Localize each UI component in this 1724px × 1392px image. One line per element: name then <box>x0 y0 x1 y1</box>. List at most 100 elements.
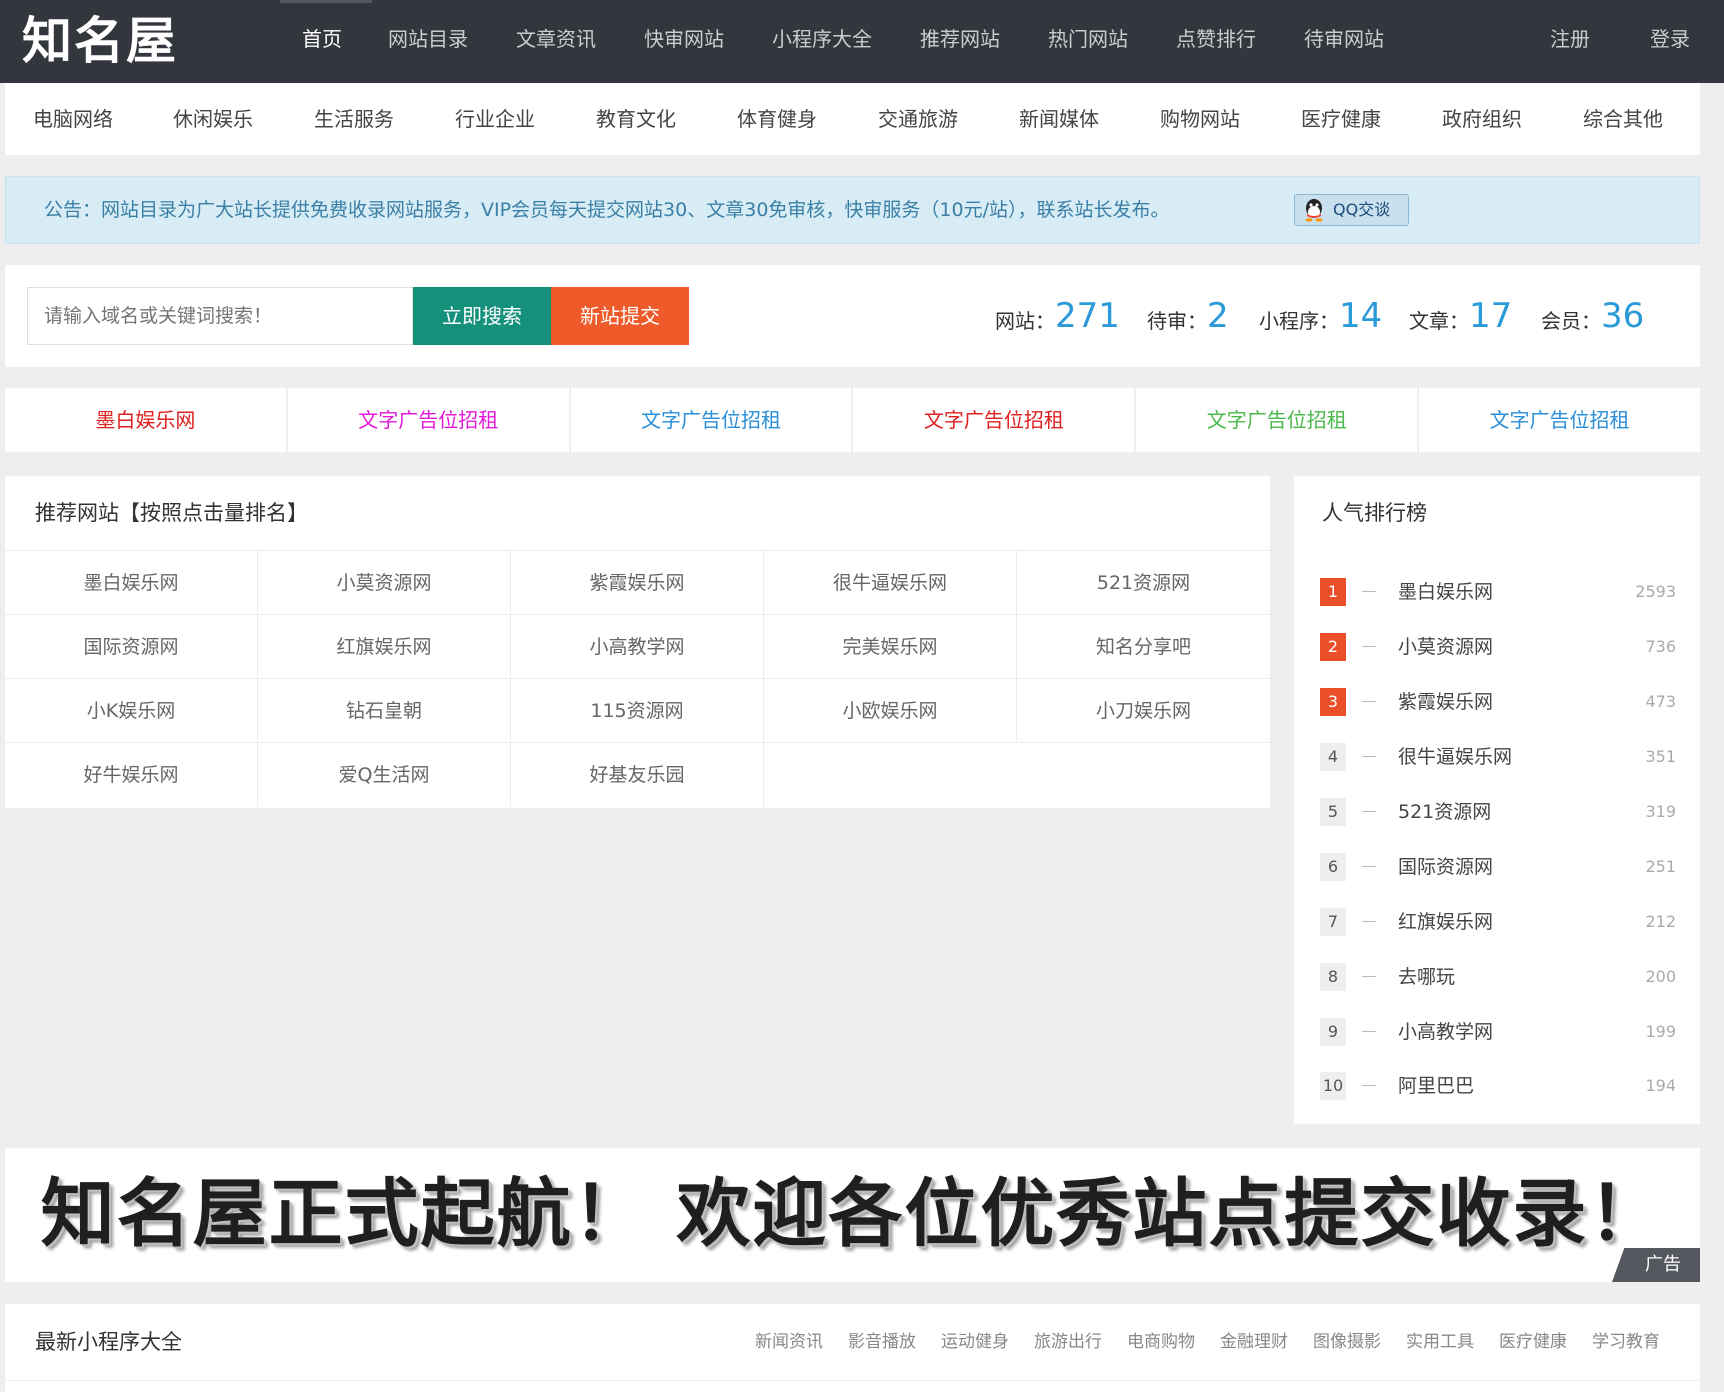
category-item[interactable]: 医疗健康 <box>1301 83 1381 155</box>
recommended-site[interactable]: 爱Q生活网 <box>258 743 511 807</box>
stat-label: 小程序： <box>1259 309 1339 333</box>
text-ad-link[interactable]: 文字广告位招租 <box>1419 388 1700 452</box>
banner-ad[interactable]: 知名屋正式起航！ 欢迎各位优秀站点提交收录！ 广告 <box>5 1148 1700 1282</box>
ranking-row[interactable]: 2 小莫资源网 736 <box>1320 633 1676 663</box>
category-item[interactable]: 综合其他 <box>1583 83 1663 155</box>
search-input[interactable] <box>27 287 413 345</box>
nav-home[interactable]: 首页 <box>302 0 342 83</box>
ranking-row[interactable]: 4 很牛逼娱乐网 351 <box>1320 743 1676 773</box>
recommended-site[interactable]: 小刀娱乐网 <box>1017 679 1270 743</box>
rank-count: 200 <box>1645 967 1676 986</box>
rank-site-name[interactable]: 小莫资源网 <box>1398 633 1493 661</box>
recommended-site[interactable]: 小K娱乐网 <box>5 679 258 743</box>
text-ad-link[interactable]: 文字广告位招租 <box>570 388 852 452</box>
nav-likes-ranking[interactable]: 点赞排行 <box>1176 0 1256 83</box>
category-item[interactable]: 交通旅游 <box>878 83 958 155</box>
qq-chat-label: QQ交谈 <box>1333 200 1391 219</box>
category-item[interactable]: 教育文化 <box>596 83 676 155</box>
qq-chat-button[interactable]: QQ交谈 <box>1294 194 1409 226</box>
recommended-site[interactable]: 钻石皇朝 <box>258 679 511 743</box>
category-item[interactable]: 购物网站 <box>1160 83 1240 155</box>
mini-tab[interactable]: 实用工具 <box>1406 1304 1474 1380</box>
mini-tab[interactable]: 电商购物 <box>1127 1304 1195 1380</box>
nav-pending[interactable]: 待审网站 <box>1304 0 1384 83</box>
rank-site-name[interactable]: 国际资源网 <box>1398 853 1493 881</box>
recommended-site[interactable]: 墨白娱乐网 <box>5 551 258 615</box>
login-link[interactable]: 登录 <box>1650 0 1690 83</box>
rank-site-name[interactable]: 521资源网 <box>1398 798 1491 826</box>
rank-separator <box>1362 591 1376 592</box>
stat-members: 会员：36 <box>1541 293 1644 339</box>
category-item[interactable]: 休闲娱乐 <box>173 83 253 155</box>
text-ad-link[interactable]: 文字广告位招租 <box>287 388 569 452</box>
mini-tab[interactable]: 学习教育 <box>1592 1304 1660 1380</box>
text-ad-link[interactable]: 文字广告位招租 <box>1136 388 1418 452</box>
nav-recommended[interactable]: 推荐网站 <box>920 0 1000 83</box>
stat-value: 271 <box>1055 296 1120 336</box>
recommended-site[interactable]: 115资源网 <box>511 679 764 743</box>
rank-count: 194 <box>1645 1076 1676 1095</box>
register-link[interactable]: 注册 <box>1550 0 1590 83</box>
stat-value: 36 <box>1601 296 1645 336</box>
ranking-row[interactable]: 6 国际资源网 251 <box>1320 853 1676 883</box>
category-item[interactable]: 行业企业 <box>455 83 535 155</box>
ranking-row[interactable]: 10 阿里巴巴 194 <box>1320 1072 1676 1102</box>
mini-tab[interactable]: 图像摄影 <box>1313 1304 1381 1380</box>
rank-site-name[interactable]: 墨白娱乐网 <box>1398 578 1493 606</box>
site-logo[interactable]: 知名屋 <box>22 8 178 74</box>
banner-text: 知名屋正式起航！ 欢迎各位优秀站点提交收录！ <box>40 1171 1665 1257</box>
nav-directory[interactable]: 网站目录 <box>388 0 468 83</box>
nav-popular[interactable]: 热门网站 <box>1048 0 1128 83</box>
search-button[interactable]: 立即搜索 <box>413 287 551 345</box>
ranking-row[interactable]: 3 紫霞娱乐网 473 <box>1320 688 1676 718</box>
submit-site-button[interactable]: 新站提交 <box>551 287 689 345</box>
ranking-title: 人气排行榜 <box>1322 501 1427 525</box>
mini-tab[interactable]: 新闻资讯 <box>755 1304 823 1380</box>
recommended-site[interactable]: 小莫资源网 <box>258 551 511 615</box>
recommended-site[interactable]: 小高教学网 <box>511 615 764 679</box>
mini-tab[interactable]: 金融理财 <box>1220 1304 1288 1380</box>
text-ad-link[interactable]: 墨白娱乐网 <box>5 388 286 452</box>
stat-pending: 待审：2 <box>1147 293 1229 339</box>
nav-mini-programs[interactable]: 小程序大全 <box>772 0 872 83</box>
text-ad-link[interactable]: 文字广告位招租 <box>853 388 1135 452</box>
category-bar: 电脑网络 休闲娱乐 生活服务 行业企业 教育文化 体育健身 交通旅游 新闻媒体 … <box>5 83 1700 155</box>
recommended-site[interactable]: 521资源网 <box>1017 551 1270 615</box>
rank-badge: 8 <box>1320 963 1346 991</box>
rank-site-name[interactable]: 小高教学网 <box>1398 1018 1493 1046</box>
top-navbar: 知名屋 首页 网站目录 文章资讯 快审网站 小程序大全 推荐网站 热门网站 点赞… <box>0 0 1724 83</box>
ranking-row[interactable]: 8 去哪玩 200 <box>1320 963 1676 993</box>
category-item[interactable]: 政府组织 <box>1442 83 1522 155</box>
mini-tab[interactable]: 医疗健康 <box>1499 1304 1567 1380</box>
rank-badge: 10 <box>1320 1072 1346 1100</box>
recommended-site[interactable]: 国际资源网 <box>5 615 258 679</box>
recommended-site[interactable]: 小欧娱乐网 <box>764 679 1017 743</box>
rank-badge: 4 <box>1320 743 1346 771</box>
rank-site-name[interactable]: 去哪玩 <box>1398 963 1455 991</box>
recommended-site[interactable]: 好牛娱乐网 <box>5 743 258 807</box>
mini-tab[interactable]: 运动健身 <box>941 1304 1009 1380</box>
recommended-site[interactable]: 很牛逼娱乐网 <box>764 551 1017 615</box>
rank-site-name[interactable]: 很牛逼娱乐网 <box>1398 743 1512 771</box>
recommended-site[interactable]: 知名分享吧 <box>1017 615 1270 679</box>
rank-site-name[interactable]: 紫霞娱乐网 <box>1398 688 1493 716</box>
recommended-site[interactable]: 紫霞娱乐网 <box>511 551 764 615</box>
ranking-row[interactable]: 7 红旗娱乐网 212 <box>1320 908 1676 938</box>
category-item[interactable]: 电脑网络 <box>33 83 113 155</box>
rank-site-name[interactable]: 红旗娱乐网 <box>1398 908 1493 936</box>
ranking-row[interactable]: 9 小高教学网 199 <box>1320 1018 1676 1048</box>
recommended-site[interactable]: 红旗娱乐网 <box>258 615 511 679</box>
nav-articles[interactable]: 文章资讯 <box>516 0 596 83</box>
category-item[interactable]: 新闻媒体 <box>1019 83 1099 155</box>
mini-tab[interactable]: 旅游出行 <box>1034 1304 1102 1380</box>
nav-fast-review[interactable]: 快审网站 <box>644 0 724 83</box>
category-item[interactable]: 体育健身 <box>737 83 817 155</box>
category-item[interactable]: 生活服务 <box>314 83 394 155</box>
recommended-site[interactable]: 好基友乐园 <box>511 743 764 807</box>
notice-bar: 公告：网站目录为广大站长提供免费收录网站服务，VIP会员每天提交网站30、文章3… <box>5 176 1700 244</box>
ranking-row[interactable]: 1 墨白娱乐网 2593 <box>1320 578 1676 608</box>
rank-site-name[interactable]: 阿里巴巴 <box>1398 1072 1474 1100</box>
recommended-site[interactable]: 完美娱乐网 <box>764 615 1017 679</box>
ranking-row[interactable]: 5 521资源网 319 <box>1320 798 1676 828</box>
mini-tab[interactable]: 影音播放 <box>848 1304 916 1380</box>
